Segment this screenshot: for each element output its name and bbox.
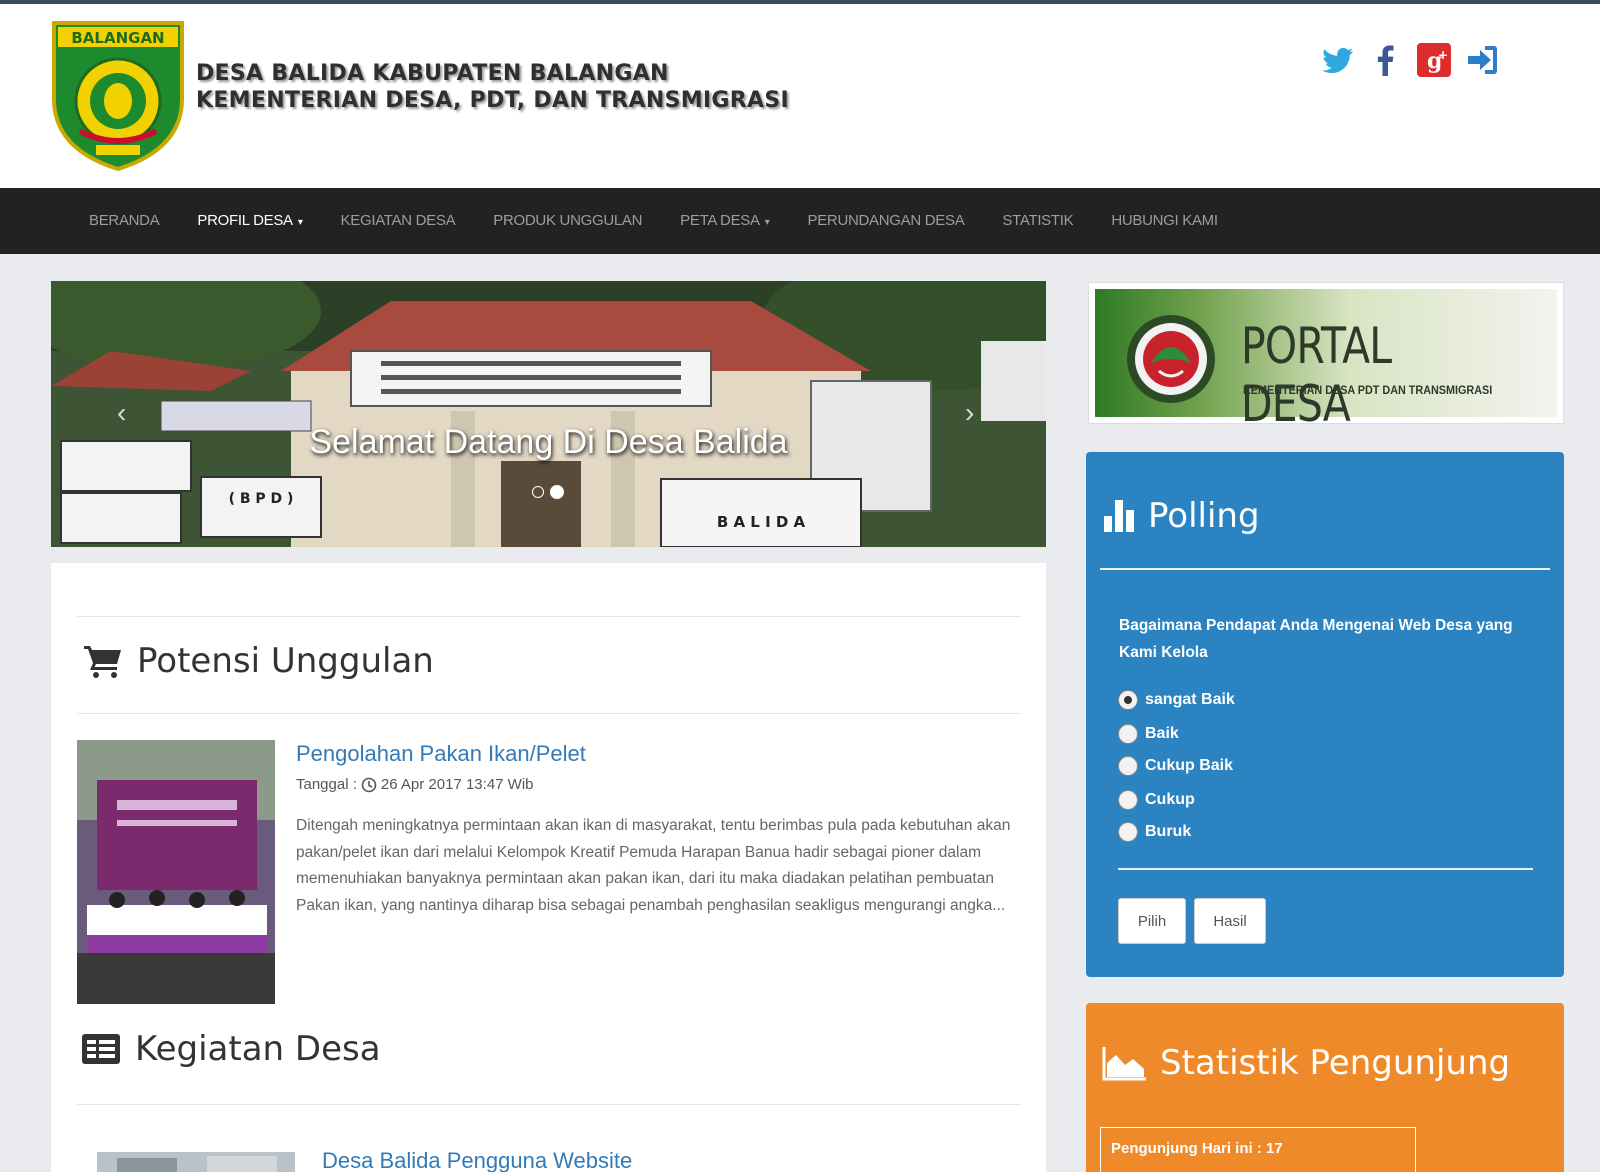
option-label: Baik: [1145, 725, 1179, 742]
caret-down-icon: ▾: [764, 217, 770, 228]
divider: [1118, 868, 1533, 870]
option-label: Buruk: [1145, 823, 1192, 840]
kegiatan-desa-heading: Kegiatan Desa: [81, 1029, 381, 1069]
social-links: g +: [1320, 40, 1500, 80]
nav-label: BERANDA: [89, 212, 160, 229]
nav-beranda[interactable]: BERANDA: [70, 188, 178, 254]
nav-profil-desa[interactable]: PROFIL DESA ▾: [178, 188, 321, 254]
shopping-cart-icon: [84, 646, 121, 678]
nav-kegiatan-desa[interactable]: KEGIATAN DESA: [322, 188, 475, 254]
carousel-dot-active[interactable]: [550, 485, 564, 499]
post-thumbnail[interactable]: [77, 740, 275, 1004]
visitor-count-today: Pengunjung Hari ini : 17: [1100, 1127, 1416, 1172]
nav-label: PRODUK UNGGULAN: [493, 212, 643, 229]
nav-label: PROFIL DESA: [197, 212, 292, 229]
option-label: Cukup: [1145, 791, 1195, 808]
main-navbar: BERANDA PROFIL DESA ▾ KEGIATAN DESA PROD…: [0, 188, 1600, 254]
nav-label: STATISTIK: [1002, 212, 1074, 229]
polling-question: Bagaimana Pendapat Anda Mengenai Web Des…: [1119, 617, 1513, 661]
balangan-logo[interactable]: BALANGAN: [50, 19, 186, 172]
radio-button-checked[interactable]: [1118, 690, 1138, 710]
date-value: 26 Apr 2017 13:47 Wib: [380, 776, 534, 793]
village-office-photo: ( B P D ) B A L I D A: [51, 281, 1046, 547]
site-title-line1: DESA BALIDA KABUPATEN BALANGAN: [196, 61, 669, 86]
nav-hubungi-kami[interactable]: HUBUNGI KAMI: [1092, 188, 1236, 254]
portal-desa-banner[interactable]: PORTAL DESA KEMENTERIAN DESA PDT DAN TRA…: [1088, 282, 1564, 433]
site-title: DESA BALIDA KABUPATEN BALANGAN KEMENTERI…: [196, 60, 789, 114]
google-plus-icon[interactable]: g +: [1416, 42, 1452, 78]
svg-text:B A L I D A: B A L I D A: [717, 513, 806, 531]
polling-heading: Polling: [1102, 496, 1260, 536]
option-label: Cukup Baik: [1145, 757, 1234, 774]
login-icon[interactable]: [1464, 42, 1500, 78]
site-header: BALANGAN DESA BALIDA KABUPATEN BALANGAN …: [0, 4, 1600, 188]
nav-perundangan-desa[interactable]: PERUNDANGAN DESA: [789, 188, 984, 254]
facebook-icon[interactable]: [1368, 42, 1404, 78]
carousel-caption: Selamat Datang Di Desa Balida: [309, 423, 788, 461]
poll-option-cukup-baik[interactable]: Cukup Baik: [1118, 756, 1233, 776]
portal-title: PORTAL DESA: [1241, 317, 1392, 433]
statistik-heading: Statistik Pengunjung: [1102, 1043, 1510, 1083]
post-title-link[interactable]: Pengolahan Pakan Ikan/Pelet: [296, 741, 586, 767]
nav-label: PETA DESA: [680, 212, 759, 229]
radio-button[interactable]: [1118, 822, 1138, 842]
poll-option-sangat-baik[interactable]: sangat Baik: [1118, 690, 1235, 710]
site-title-line2: KEMENTERIAN DESA, PDT, DAN TRANSMIGRASI: [196, 88, 789, 113]
nav-label: KEGIATAN DESA: [340, 212, 456, 229]
post-title-link[interactable]: Desa Balida Pengguna Website: [322, 1148, 632, 1172]
post-date: Tanggal : 26 Apr 2017 13:47 Wib: [296, 776, 534, 793]
svg-text:( B P D ): ( B P D ): [229, 491, 294, 507]
potensi-unggulan-heading: Potensi Unggulan: [83, 641, 434, 681]
polling-title: Polling: [1148, 496, 1260, 536]
portal-subtitle: KEMENTERIAN DESA PDT DAN TRANSMIGRASI: [1243, 383, 1493, 397]
area-chart-icon: [1102, 1047, 1146, 1081]
nav-peta-desa[interactable]: PETA DESA ▾: [661, 188, 788, 254]
nav-label: PERUNDANGAN DESA: [807, 212, 965, 229]
divider: [77, 616, 1021, 617]
date-label: Tanggal :: [296, 776, 357, 793]
hasil-button[interactable]: Hasil: [1194, 898, 1266, 944]
polling-widget: Polling Bagaimana Pendapat Anda Mengenai…: [1086, 452, 1564, 977]
poll-option-buruk[interactable]: Buruk: [1118, 822, 1191, 842]
nav-label: HUBUNGI KAMI: [1111, 212, 1218, 229]
radio-button[interactable]: [1118, 724, 1138, 744]
divider: [77, 713, 1021, 714]
section-title-text: Kegiatan Desa: [135, 1029, 381, 1069]
newspaper-icon: [82, 1034, 120, 1064]
post-excerpt: Ditengah meningkatnya permintaan akan ik…: [296, 817, 1011, 914]
poll-option-baik[interactable]: Baik: [1118, 724, 1179, 744]
kemendes-logo: [1127, 315, 1215, 403]
carousel-indicators: [532, 485, 564, 499]
radio-button[interactable]: [1118, 756, 1138, 776]
caret-down-icon: ▾: [297, 217, 303, 228]
nav-produk-unggulan[interactable]: PRODUK UNGGULAN: [474, 188, 661, 254]
section-title-text: Potensi Unggulan: [137, 641, 434, 681]
main-content: Potensi Unggulan Pengolahan Pakan Ikan/P…: [51, 563, 1046, 1172]
post-thumbnail[interactable]: [97, 1152, 295, 1172]
twitter-icon[interactable]: [1320, 42, 1356, 78]
nav-statistik[interactable]: STATISTIK: [983, 188, 1092, 254]
divider: [1100, 568, 1550, 570]
carousel-dot[interactable]: [532, 486, 544, 498]
pilih-button[interactable]: Pilih: [1118, 898, 1186, 944]
svg-text:BALANGAN: BALANGAN: [71, 29, 164, 47]
statistik-widget: Statistik Pengunjung Pengunjung Hari ini…: [1086, 1003, 1564, 1172]
clock-icon: [361, 777, 377, 792]
statistik-title: Statistik Pengunjung: [1160, 1043, 1511, 1083]
radio-button[interactable]: [1118, 790, 1138, 810]
divider: [77, 1104, 1021, 1105]
image-carousel[interactable]: ( B P D ) B A L I D A ‹ › Selamat Datang…: [51, 281, 1046, 547]
option-label: sangat Baik: [1145, 691, 1235, 708]
bar-chart-icon: [1104, 500, 1134, 532]
poll-option-cukup[interactable]: Cukup: [1118, 790, 1195, 810]
svg-text:+: +: [1438, 48, 1448, 62]
